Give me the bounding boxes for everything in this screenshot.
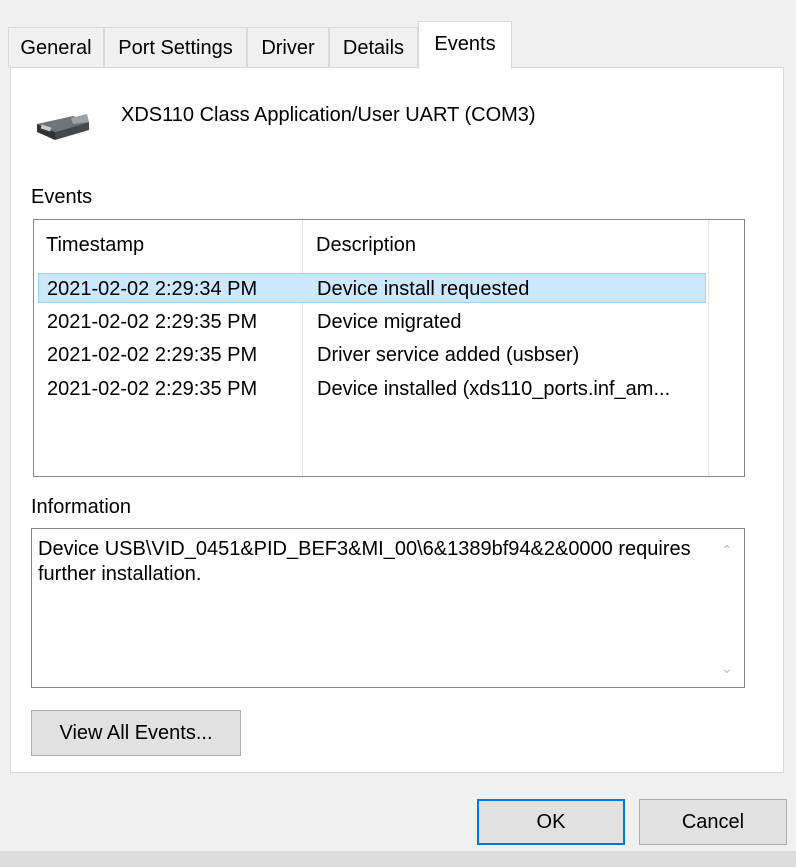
scroll-up-icon[interactable]: ⌃ [718,541,736,559]
table-row[interactable]: 2021-02-02 2:29:35 PM Driver service add… [38,340,706,370]
information-label: Information [31,496,132,518]
information-scrollbar[interactable]: ⌃ ⌄ [710,529,744,687]
events-list[interactable]: Timestamp Description 2021-02-02 2:29:34… [33,219,745,477]
tab-events[interactable]: Events [418,21,512,69]
device-name: XDS110 Class Application/User UART (COM3… [121,104,536,126]
events-label: Events [31,186,93,208]
tab-strip: General Port Settings Driver Details Eve… [0,0,796,69]
table-row[interactable]: 2021-02-02 2:29:35 PM Device migrated [38,307,706,337]
timestamp-cell: 2021-02-02 2:29:35 PM [47,378,258,400]
description-cell: Driver service added (usbser) [317,344,580,366]
table-row[interactable]: 2021-02-02 2:29:35 PM Device installed (… [38,374,706,404]
description-cell: Device install requested [317,278,530,300]
ok-button[interactable]: OK [477,799,625,845]
description-cell: Device migrated [317,311,462,333]
column-header-description[interactable]: Description [304,220,708,270]
cancel-button[interactable]: Cancel [639,799,787,845]
tab-general[interactable]: General [8,27,104,68]
information-textbox[interactable]: Device USB\VID_0451&PID_BEF3&MI_00\6&138… [31,528,745,688]
dialog-bottom-edge [0,851,796,867]
column-separator [708,220,709,476]
serial-port-icon [37,114,89,140]
view-all-events-button[interactable]: View All Events... [31,710,241,756]
column-header-timestamp[interactable]: Timestamp [34,220,302,270]
timestamp-cell: 2021-02-02 2:29:35 PM [47,311,258,333]
scroll-down-icon[interactable]: ⌄ [718,659,736,677]
timestamp-cell: 2021-02-02 2:29:34 PM [47,278,258,300]
tab-details[interactable]: Details [329,27,418,68]
tab-port-settings[interactable]: Port Settings [104,27,247,68]
description-cell: Device installed (xds110_ports.inf_am... [317,378,671,400]
tab-driver[interactable]: Driver [247,27,329,68]
timestamp-cell: 2021-02-02 2:29:35 PM [47,344,258,366]
information-text: Device USB\VID_0451&PID_BEF3&MI_00\6&138… [38,538,691,585]
table-row[interactable]: 2021-02-02 2:29:34 PM Device install req… [38,273,706,303]
events-tab-panel: XDS110 Class Application/User UART (COM3… [10,67,784,773]
